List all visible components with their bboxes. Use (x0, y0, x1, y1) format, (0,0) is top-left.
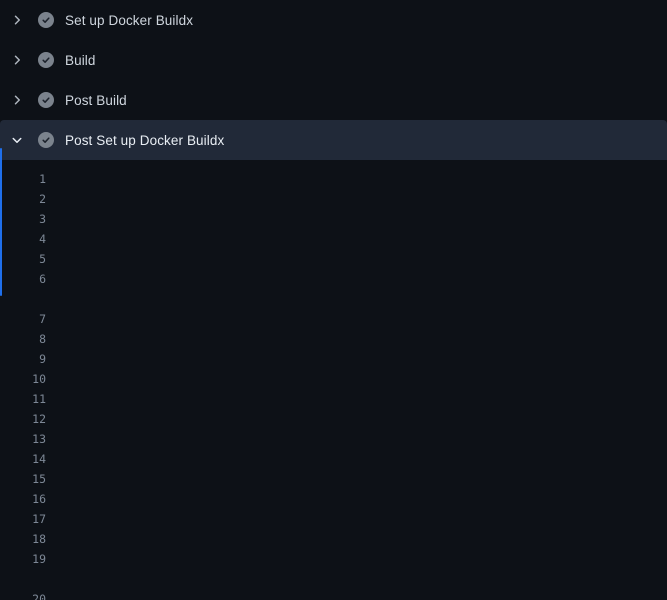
success-check-icon (38, 92, 54, 108)
log-line: 5 time="2021-04-23T18:02:37Z" level=warn… (0, 249, 667, 269)
log-line-number[interactable]: 18 (0, 529, 46, 549)
log-line: 10 time="2021-04-23T18:02:37Z" level=inf… (0, 369, 667, 389)
log-line-number[interactable]: 17 (0, 509, 46, 529)
log-line-number[interactable]: 3 (0, 209, 46, 229)
log-line-number[interactable]: 1 (0, 169, 46, 189)
log-line: 6 time="2021-04-23T18:02:37Z" level=info… (0, 269, 667, 289)
log-line: 12 time="2021-04-23T18:02:38Z" level=deb… (0, 409, 667, 429)
log-line-number[interactable]: 15 (0, 469, 46, 489)
log-line: 9 time="2021-04-23T18:02:37Z" level=warn… (0, 349, 667, 369)
log-line-number[interactable]: 9 (0, 349, 46, 369)
log-line: 2 ▼BuildKit container logs (0, 189, 667, 209)
log-line-number[interactable]: 10 (0, 369, 46, 389)
step-row-post-set-up-docker-buildx[interactable]: Post Set up Docker Buildx (0, 120, 667, 160)
log-line-number[interactable]: 4 (0, 229, 46, 249)
log-line-number[interactable]: 2 (0, 189, 46, 209)
log-line: 4 time="2021-04-23T18:02:37Z" level=info… (0, 229, 667, 249)
step-label: Post Build (65, 93, 127, 108)
success-check-icon (38, 132, 54, 148)
log-line: 20 time="2021-04-23T18:02:38Z" level=deb… (0, 589, 667, 600)
log-line-number[interactable]: 13 (0, 429, 46, 449)
log-line-number[interactable]: 16 (0, 489, 46, 509)
log-line: 7 time="2021-04-23T18:02:37Z" level=warn… (0, 309, 667, 329)
log-line-number[interactable]: 19 (0, 549, 46, 569)
log-line: 13 time="2021-04-23T18:02:38Z" level=deb… (0, 429, 667, 449)
log-area: 1 Post job cleanup. 2 ▼BuildKit containe… (0, 160, 667, 600)
log-line: 11 time="2021-04-23T18:02:38Z" level=deb… (0, 389, 667, 409)
log-line-number[interactable]: 11 (0, 389, 46, 409)
step-label: Set up Docker Buildx (65, 13, 193, 28)
step-row-post-build[interactable]: Post Build (0, 80, 667, 120)
success-check-icon (38, 52, 54, 68)
log-line: 19 time="2021-04-23T18:02:38Z" level=deb… (0, 549, 667, 569)
log-line-number[interactable]: 14 (0, 449, 46, 469)
log-line: 16 time="2021-04-23T18:02:38Z" level=deb… (0, 489, 667, 509)
actions-log-viewer: Set up Docker Buildx Build Post Build (0, 0, 667, 600)
log-line: 8 time="2021-04-23T18:02:37Z" level=info… (0, 329, 667, 349)
log-line-number[interactable]: 6 (0, 269, 46, 289)
log-line-number[interactable]: 8 (0, 329, 46, 349)
step-row-set-up-docker-buildx[interactable]: Set up Docker Buildx (0, 0, 667, 40)
chevron-down-icon (11, 134, 23, 146)
log-line: 15 time="2021-04-23T18:02:38Z" level=deb… (0, 469, 667, 489)
log-line-number[interactable]: 7 (0, 309, 46, 329)
step-row-build[interactable]: Build (0, 40, 667, 80)
log-line: 1 Post job cleanup. (0, 169, 667, 189)
chevron-right-icon (11, 94, 23, 106)
chevron-right-icon (11, 54, 23, 66)
log-line: 14 time="2021-04-23T18:02:38Z" level=deb… (0, 449, 667, 469)
log-line-number[interactable]: 5 (0, 249, 46, 269)
log-line: 18 time="2021-04-23T18:02:38Z" level=deb… (0, 529, 667, 549)
log-line: linux/riscv64 linux/ppc64le linux/s390x … (0, 289, 667, 309)
log-line: 3 /usr/bin/docker logs buildx_buildkit_b… (0, 209, 667, 229)
step-label: Build (65, 53, 96, 68)
step-list: Set up Docker Buildx Build Post Build (0, 0, 667, 120)
log-line: application/vnd.oci.image.index.v1+json,… (0, 569, 667, 589)
log-line-number[interactable]: 12 (0, 409, 46, 429)
chevron-right-icon (11, 14, 23, 26)
log-line: 17 time="2021-04-23T18:02:38Z" level=deb… (0, 509, 667, 529)
log-line-number[interactable]: 20 (0, 589, 46, 600)
success-check-icon (38, 12, 54, 28)
step-label: Post Set up Docker Buildx (65, 133, 224, 148)
